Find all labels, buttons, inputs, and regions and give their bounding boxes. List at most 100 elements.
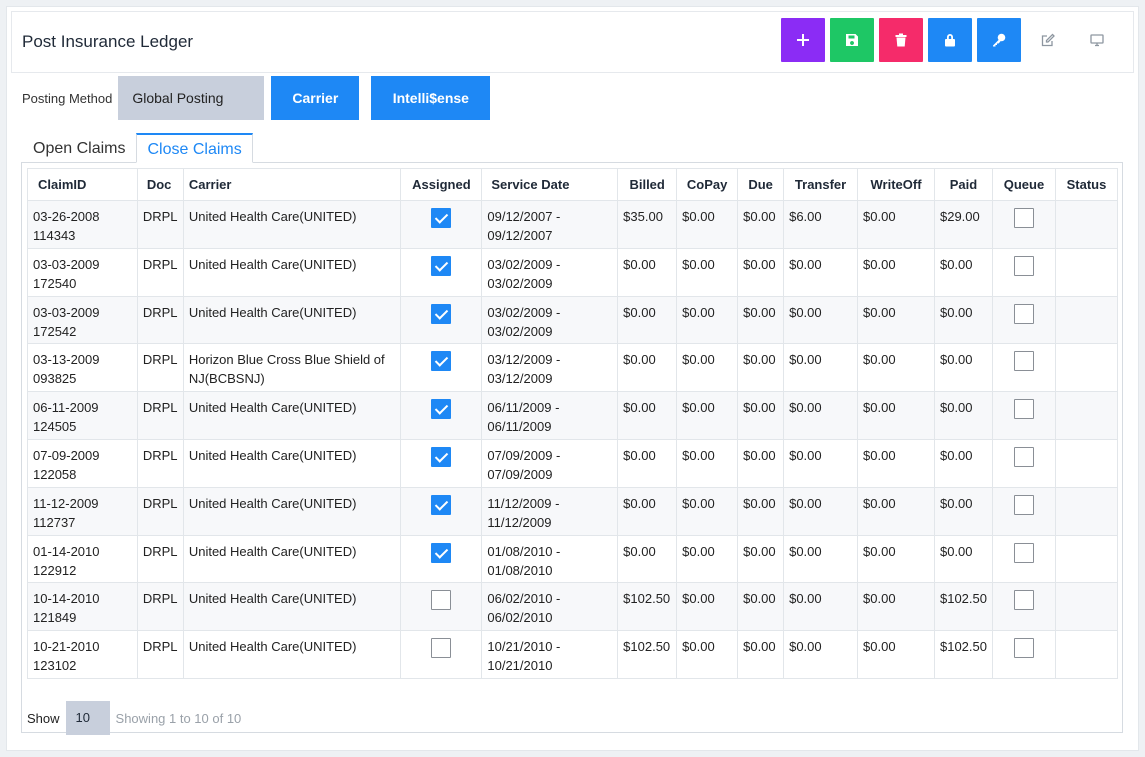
save-icon bbox=[846, 34, 858, 46]
due-amount: $0.00 bbox=[743, 447, 776, 463]
key-button[interactable] bbox=[977, 18, 1021, 62]
queue-checkbox[interactable] bbox=[1013, 255, 1034, 276]
cell-transfer: $6.00 bbox=[783, 200, 859, 249]
queue-checkbox[interactable] bbox=[1013, 208, 1034, 228]
edit-button[interactable] bbox=[1026, 18, 1070, 62]
cell-copay: $0.00 bbox=[676, 486, 739, 536]
due-amount: $0.00 bbox=[743, 352, 776, 368]
queue-checkbox[interactable] bbox=[1013, 399, 1034, 420]
due-amount: $0.00 bbox=[743, 495, 776, 511]
col-queue-header[interactable]: Queue bbox=[991, 168, 1056, 201]
copay-amount: $0.00 bbox=[682, 209, 715, 224]
table-row[interactable]: 03-26-2008 114343 DRPL United Health Care(U… bbox=[27, 200, 1119, 249]
queue-checkbox[interactable] bbox=[1013, 446, 1034, 467]
assigned-checkbox[interactable] bbox=[431, 255, 452, 276]
table-row[interactable]: 03-13-2009 093825 DRPL Horizon Blue Cross B… bbox=[27, 343, 1119, 393]
table-row[interactable]: 10-14-2010 121849 DRPL United Health Care(U… bbox=[27, 582, 1119, 632]
col-assigned-header[interactable]: Assigned bbox=[400, 168, 483, 201]
col-transfer-header[interactable]: Transfer bbox=[783, 168, 859, 201]
table-row[interactable]: 03-03-2009 172540 DRPL United Health Care(U… bbox=[27, 247, 1119, 297]
cell-assigned bbox=[400, 343, 483, 393]
cell-status bbox=[1054, 630, 1119, 679]
cell-copay: $0.00 bbox=[676, 630, 739, 679]
pager: Show 10 Showing 1 to 10 of 10 bbox=[27, 701, 241, 735]
assigned-checkbox[interactable] bbox=[431, 542, 452, 563]
cell-status bbox=[1054, 391, 1119, 440]
cell-claimid: 07-09-2009 122058 bbox=[27, 438, 138, 488]
cell-status bbox=[1054, 438, 1119, 488]
showing-info: Showing 1 to 10 of 10 bbox=[115, 710, 242, 726]
intellisense-button[interactable]: Intelli$ense bbox=[371, 76, 491, 120]
cell-queue bbox=[991, 630, 1056, 679]
claim-number: 172542 bbox=[33, 323, 77, 339]
cell-status bbox=[1054, 534, 1119, 584]
table-row[interactable]: 11-12-2009 112737 DRPL United Health Care(U… bbox=[27, 486, 1119, 536]
writeoff-amount: $0.00 bbox=[863, 591, 896, 607]
claim-number: 112737 bbox=[33, 514, 76, 530]
col-status-header[interactable]: Status bbox=[1054, 168, 1119, 201]
lock-button[interactable] bbox=[928, 18, 972, 62]
assigned-checkbox[interactable] bbox=[431, 208, 452, 228]
service-date-from: 06/11/2009 - bbox=[487, 400, 560, 416]
tab-open-claims[interactable]: Open Claims bbox=[22, 133, 136, 163]
col-paid-header[interactable]: Paid bbox=[933, 168, 993, 201]
assigned-checkbox[interactable] bbox=[431, 399, 452, 420]
queue-checkbox[interactable] bbox=[1013, 303, 1034, 324]
billed-amount: $102.50 bbox=[623, 591, 671, 607]
assigned-checkbox[interactable] bbox=[431, 303, 452, 324]
paid-amount: $0.00 bbox=[939, 304, 973, 320]
table-row[interactable]: 06-11-2009 124505 DRPL United Health Care(U… bbox=[27, 391, 1119, 440]
carrier-name: Horizon Blue Cross Blue Shield of NJ(BCB… bbox=[188, 352, 385, 387]
col-claimid-header[interactable]: ClaimID bbox=[27, 168, 138, 201]
cell-copay: $0.00 bbox=[676, 391, 739, 440]
cell-doc: DRPL bbox=[136, 438, 184, 488]
service-date-to: 03/02/2009 bbox=[487, 275, 553, 291]
billed-amount: $0.00 bbox=[623, 495, 656, 511]
assigned-checkbox[interactable] bbox=[431, 446, 452, 467]
queue-checkbox[interactable] bbox=[1013, 638, 1034, 659]
cell-transfer: $0.00 bbox=[783, 486, 859, 536]
assigned-checkbox[interactable] bbox=[431, 638, 452, 659]
queue-checkbox[interactable] bbox=[1013, 590, 1034, 611]
service-date-to: 06/11/2009 bbox=[487, 419, 552, 435]
carrier-button[interactable]: Carrier bbox=[271, 76, 360, 120]
delete-button[interactable] bbox=[879, 18, 923, 62]
carrier-name: United Health Care(UNITED) bbox=[188, 304, 357, 320]
service-date-from: 10/21/2010 - bbox=[487, 639, 561, 655]
claim-date: 03-03-2009 bbox=[33, 256, 100, 272]
queue-checkbox[interactable] bbox=[1013, 494, 1034, 515]
service-date-to: 01/08/2010 bbox=[487, 562, 553, 578]
col-doc-header[interactable]: Doc bbox=[136, 168, 184, 201]
global-posting-button[interactable]: Global Posting bbox=[118, 76, 265, 120]
queue-checkbox[interactable] bbox=[1013, 351, 1034, 372]
col-due-header[interactable]: Due bbox=[737, 168, 785, 201]
cell-writeoff: $0.00 bbox=[857, 247, 935, 297]
col-copay-header[interactable]: CoPay bbox=[676, 168, 739, 201]
col-billed-header[interactable]: Billed bbox=[617, 168, 678, 201]
cell-paid: $0.00 bbox=[933, 438, 993, 488]
cell-assigned bbox=[400, 295, 483, 345]
add-button[interactable] bbox=[781, 18, 825, 62]
tab-close-claims[interactable]: Close Claims bbox=[136, 133, 253, 163]
table-row[interactable]: 03-03-2009 172542 DRPL United Health Care(U… bbox=[27, 295, 1119, 345]
monitor-button[interactable] bbox=[1075, 18, 1119, 62]
header-bar: Post Insurance Ledger bbox=[11, 11, 1134, 73]
page-size-select[interactable]: 10 bbox=[65, 701, 110, 735]
assigned-checkbox[interactable] bbox=[431, 590, 452, 611]
assigned-checkbox[interactable] bbox=[431, 494, 452, 515]
table-row[interactable]: 10-21-2010 123102 DRPL United Health Care(U… bbox=[27, 630, 1119, 679]
save-button[interactable] bbox=[830, 18, 874, 62]
transfer-amount: $0.00 bbox=[789, 304, 822, 320]
col-service-date-header[interactable]: Service Date bbox=[481, 168, 619, 201]
table-row[interactable]: 01-14-2010 122912 DRPL United Health Care(U… bbox=[27, 534, 1119, 584]
col-carrier-header[interactable]: Carrier bbox=[182, 168, 402, 201]
col-writeoff-header[interactable]: WriteOff bbox=[857, 168, 935, 201]
service-date-to: 03/02/2009 bbox=[487, 323, 553, 339]
queue-checkbox[interactable] bbox=[1013, 542, 1034, 563]
table-row[interactable]: 07-09-2009 122058 DRPL United Health Care(U… bbox=[27, 438, 1119, 488]
claim-number: 172540 bbox=[33, 275, 77, 291]
assigned-checkbox[interactable] bbox=[431, 351, 452, 372]
service-date-from: 03/12/2009 - bbox=[487, 352, 561, 368]
table-header-row: ClaimID Doc Carrier Assigned Service Dat… bbox=[27, 168, 1119, 201]
cell-due: $0.00 bbox=[737, 486, 785, 536]
